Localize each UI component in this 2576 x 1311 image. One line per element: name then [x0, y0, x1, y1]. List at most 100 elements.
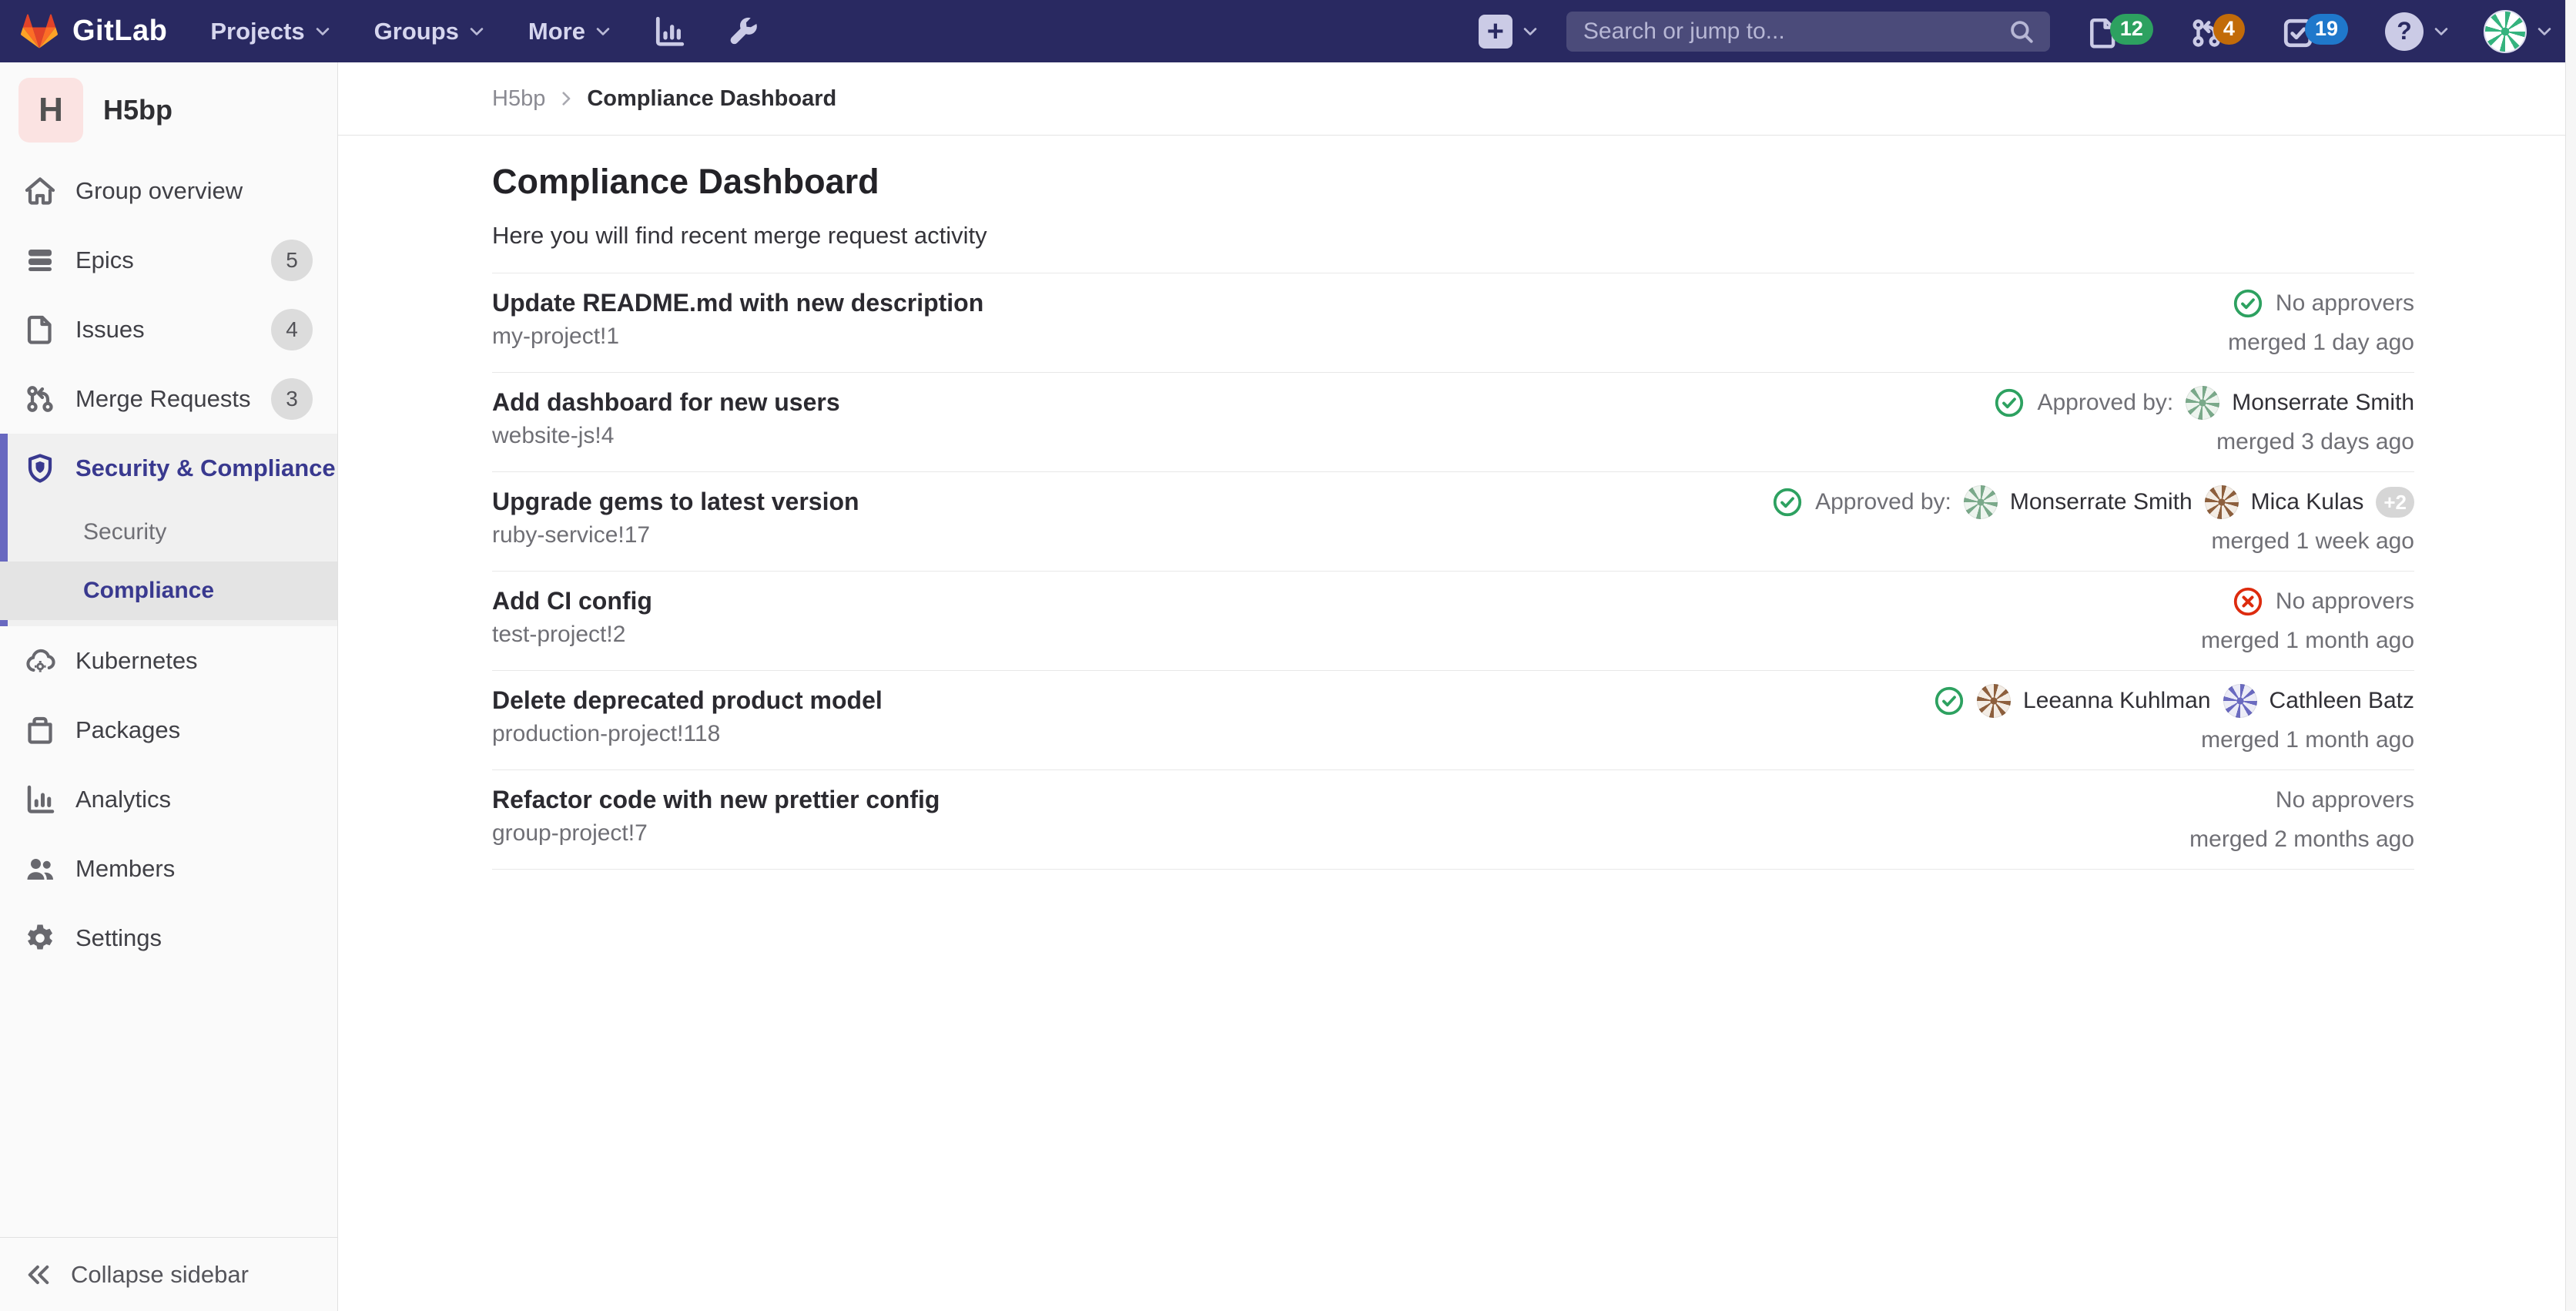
- user-avatar: [2484, 10, 2527, 53]
- search-input[interactable]: [1582, 18, 2008, 45]
- sidebar-item-label: Security & Compliance: [75, 454, 336, 482]
- chevron-right-icon: [556, 89, 576, 109]
- search-icon[interactable]: [2008, 18, 2035, 45]
- mr-merged-time: merged 1 month ago: [2201, 723, 2414, 756]
- check-circle-icon: [1994, 387, 2025, 418]
- sidebar-item-security-compliance[interactable]: Security & Compliance: [0, 434, 337, 503]
- global-search: [1566, 12, 2050, 52]
- new-item-button[interactable]: +: [1479, 15, 1539, 49]
- help-menu[interactable]: ?: [2385, 12, 2450, 51]
- chevron-down-icon: [314, 23, 331, 40]
- sidebar-count-badge: 3: [271, 378, 313, 420]
- mr-row: Upgrade gems to latest versionruby-servi…: [492, 472, 2414, 572]
- mr-approval-line: No approvers: [2233, 287, 2414, 320]
- cloud-gear-icon: [25, 645, 55, 676]
- breadcrumb: H5bp Compliance Dashboard: [338, 62, 2565, 136]
- sidebar-item-group-overview[interactable]: Group overview: [0, 156, 337, 226]
- mr-row: Add CI configtest-project!2 No approvers m…: [492, 572, 2414, 671]
- mr-reference: test-project!2: [492, 618, 652, 651]
- issues-counter-button[interactable]: 12: [2087, 14, 2153, 49]
- collapse-sidebar-button[interactable]: Collapse sidebar: [0, 1237, 337, 1311]
- mr-approval-line: Leeanna KuhlmanCathleen Batz: [1934, 684, 2414, 718]
- mr-row: Delete deprecated product modelproductio…: [492, 671, 2414, 770]
- sidebar-item-label: Settings: [75, 924, 162, 952]
- question-icon: ?: [2385, 12, 2424, 51]
- mr-approval-line: No approvers: [2276, 783, 2414, 817]
- group-context-header[interactable]: H H5bp: [0, 62, 337, 156]
- sidebar-subitem-compliance[interactable]: Compliance: [0, 562, 337, 620]
- sidebar-item-label: Members: [75, 855, 175, 883]
- mr-approval-info: Approved by:Monserrate SmithMica Kulas+2…: [1772, 485, 2414, 558]
- page-title: Compliance Dashboard: [492, 162, 2414, 202]
- navbar-menu-groups[interactable]: Groups: [374, 18, 485, 45]
- mr-title-link[interactable]: Upgrade gems to latest version: [492, 485, 859, 518]
- mr-merged-time: merged 1 week ago: [2212, 525, 2415, 558]
- navbar-menu-label: Projects: [210, 18, 304, 45]
- sidebar-item-label: Issues: [75, 316, 145, 344]
- gitlab-logo-icon[interactable]: [20, 13, 59, 50]
- sidebar-item-epics[interactable]: Epics5: [0, 226, 337, 295]
- sidebar-item-merge-requests[interactable]: Merge Requests 3: [0, 364, 337, 434]
- admin-wrench-icon[interactable]: [727, 15, 759, 48]
- approved-by-label: Approved by:: [2037, 390, 2173, 416]
- analytics-icon: [25, 784, 55, 815]
- user-menu[interactable]: [2484, 10, 2553, 53]
- page-subtitle: Here you will find recent merge request …: [492, 222, 2414, 250]
- page-scrollbar[interactable]: [2565, 0, 2576, 1311]
- x-circle-icon: [2233, 586, 2263, 617]
- activity-chart-icon[interactable]: [653, 15, 685, 48]
- mr-list: Update README.md with new descriptionmy-…: [492, 273, 2414, 870]
- group-sidebar: H H5bp Group overviewEpics5Issues4Merge …: [0, 62, 338, 1311]
- sidebar-subitem-security[interactable]: Security: [0, 503, 337, 562]
- double-chevron-left-icon: [25, 1261, 52, 1289]
- sidebar-item-label: Kubernetes: [75, 647, 198, 675]
- brand-wordmark[interactable]: GitLab: [72, 15, 167, 48]
- mr-info: Add CI configtest-project!2: [492, 585, 652, 651]
- approved-by-label: Approved by:: [1815, 489, 1951, 515]
- sidebar-item-members[interactable]: Members: [0, 834, 337, 904]
- sidebar-item-packages[interactable]: Packages: [0, 696, 337, 765]
- plus-icon: +: [1479, 15, 1512, 49]
- sidebar-item-issues[interactable]: Issues4: [0, 295, 337, 364]
- no-approvers-label: No approvers: [2276, 787, 2414, 813]
- mr-title-link[interactable]: Delete deprecated product model: [492, 684, 883, 717]
- mr-title-link[interactable]: Add CI config: [492, 585, 652, 618]
- extra-approvers-badge: +2: [2376, 487, 2414, 518]
- sidebar-section-security-compliance: Security & Compliance SecurityCompliance: [0, 434, 337, 626]
- mr-approval-line: No approvers: [2233, 585, 2414, 619]
- breadcrumb-group-link[interactable]: H5bp: [492, 86, 545, 112]
- mr-approval-info: Approved by:Monserrate Smith merged 3 day…: [1994, 386, 2414, 458]
- sidebar-submenu: SecurityCompliance: [0, 503, 337, 626]
- mr-row: Refactor code with new prettier configgr…: [492, 770, 2414, 870]
- mr-info: Refactor code with new prettier configgr…: [492, 783, 940, 850]
- chevron-down-icon: [468, 23, 485, 40]
- sidebar-count-badge: 5: [271, 240, 313, 281]
- merge-requests-count-badge: 4: [2213, 14, 2245, 45]
- mr-merged-time: merged 1 month ago: [2201, 624, 2414, 657]
- mr-title-link[interactable]: Add dashboard for new users: [492, 386, 840, 419]
- merge-request-icon: [25, 384, 55, 414]
- mr-merged-time: merged 2 months ago: [2189, 823, 2414, 856]
- shield-icon: [25, 453, 55, 484]
- approver-name: Cathleen Batz: [2269, 688, 2414, 714]
- sidebar-item-kubernetes[interactable]: Kubernetes: [0, 626, 337, 696]
- sidebar-item-label: Merge Requests: [75, 385, 250, 413]
- navbar-menu-projects[interactable]: Projects: [210, 18, 330, 45]
- mr-approval-line: Approved by:Monserrate Smith: [1994, 386, 2414, 420]
- mr-title-link[interactable]: Update README.md with new description: [492, 287, 983, 320]
- members-icon: [25, 853, 55, 884]
- mr-reference: my-project!1: [492, 320, 983, 353]
- mr-merged-time: merged 3 days ago: [2216, 425, 2414, 458]
- approver-avatar: [2205, 485, 2239, 519]
- todos-counter-button[interactable]: 19: [2282, 14, 2348, 49]
- sidebar-item-settings[interactable]: Settings: [0, 904, 337, 973]
- chevron-down-icon: [2433, 23, 2450, 40]
- sidebar-item-analytics[interactable]: Analytics: [0, 765, 337, 834]
- mr-row: Add dashboard for new userswebsite-js!4A…: [492, 373, 2414, 472]
- mr-title-link[interactable]: Refactor code with new prettier config: [492, 783, 940, 816]
- merge-requests-counter-button[interactable]: 4: [2190, 14, 2245, 49]
- group-name: H5bp: [103, 94, 173, 126]
- navbar-menu-more[interactable]: More: [528, 18, 611, 45]
- mr-info: Update README.md with new descriptionmy-…: [492, 287, 983, 353]
- mr-reference: production-project!118: [492, 717, 883, 750]
